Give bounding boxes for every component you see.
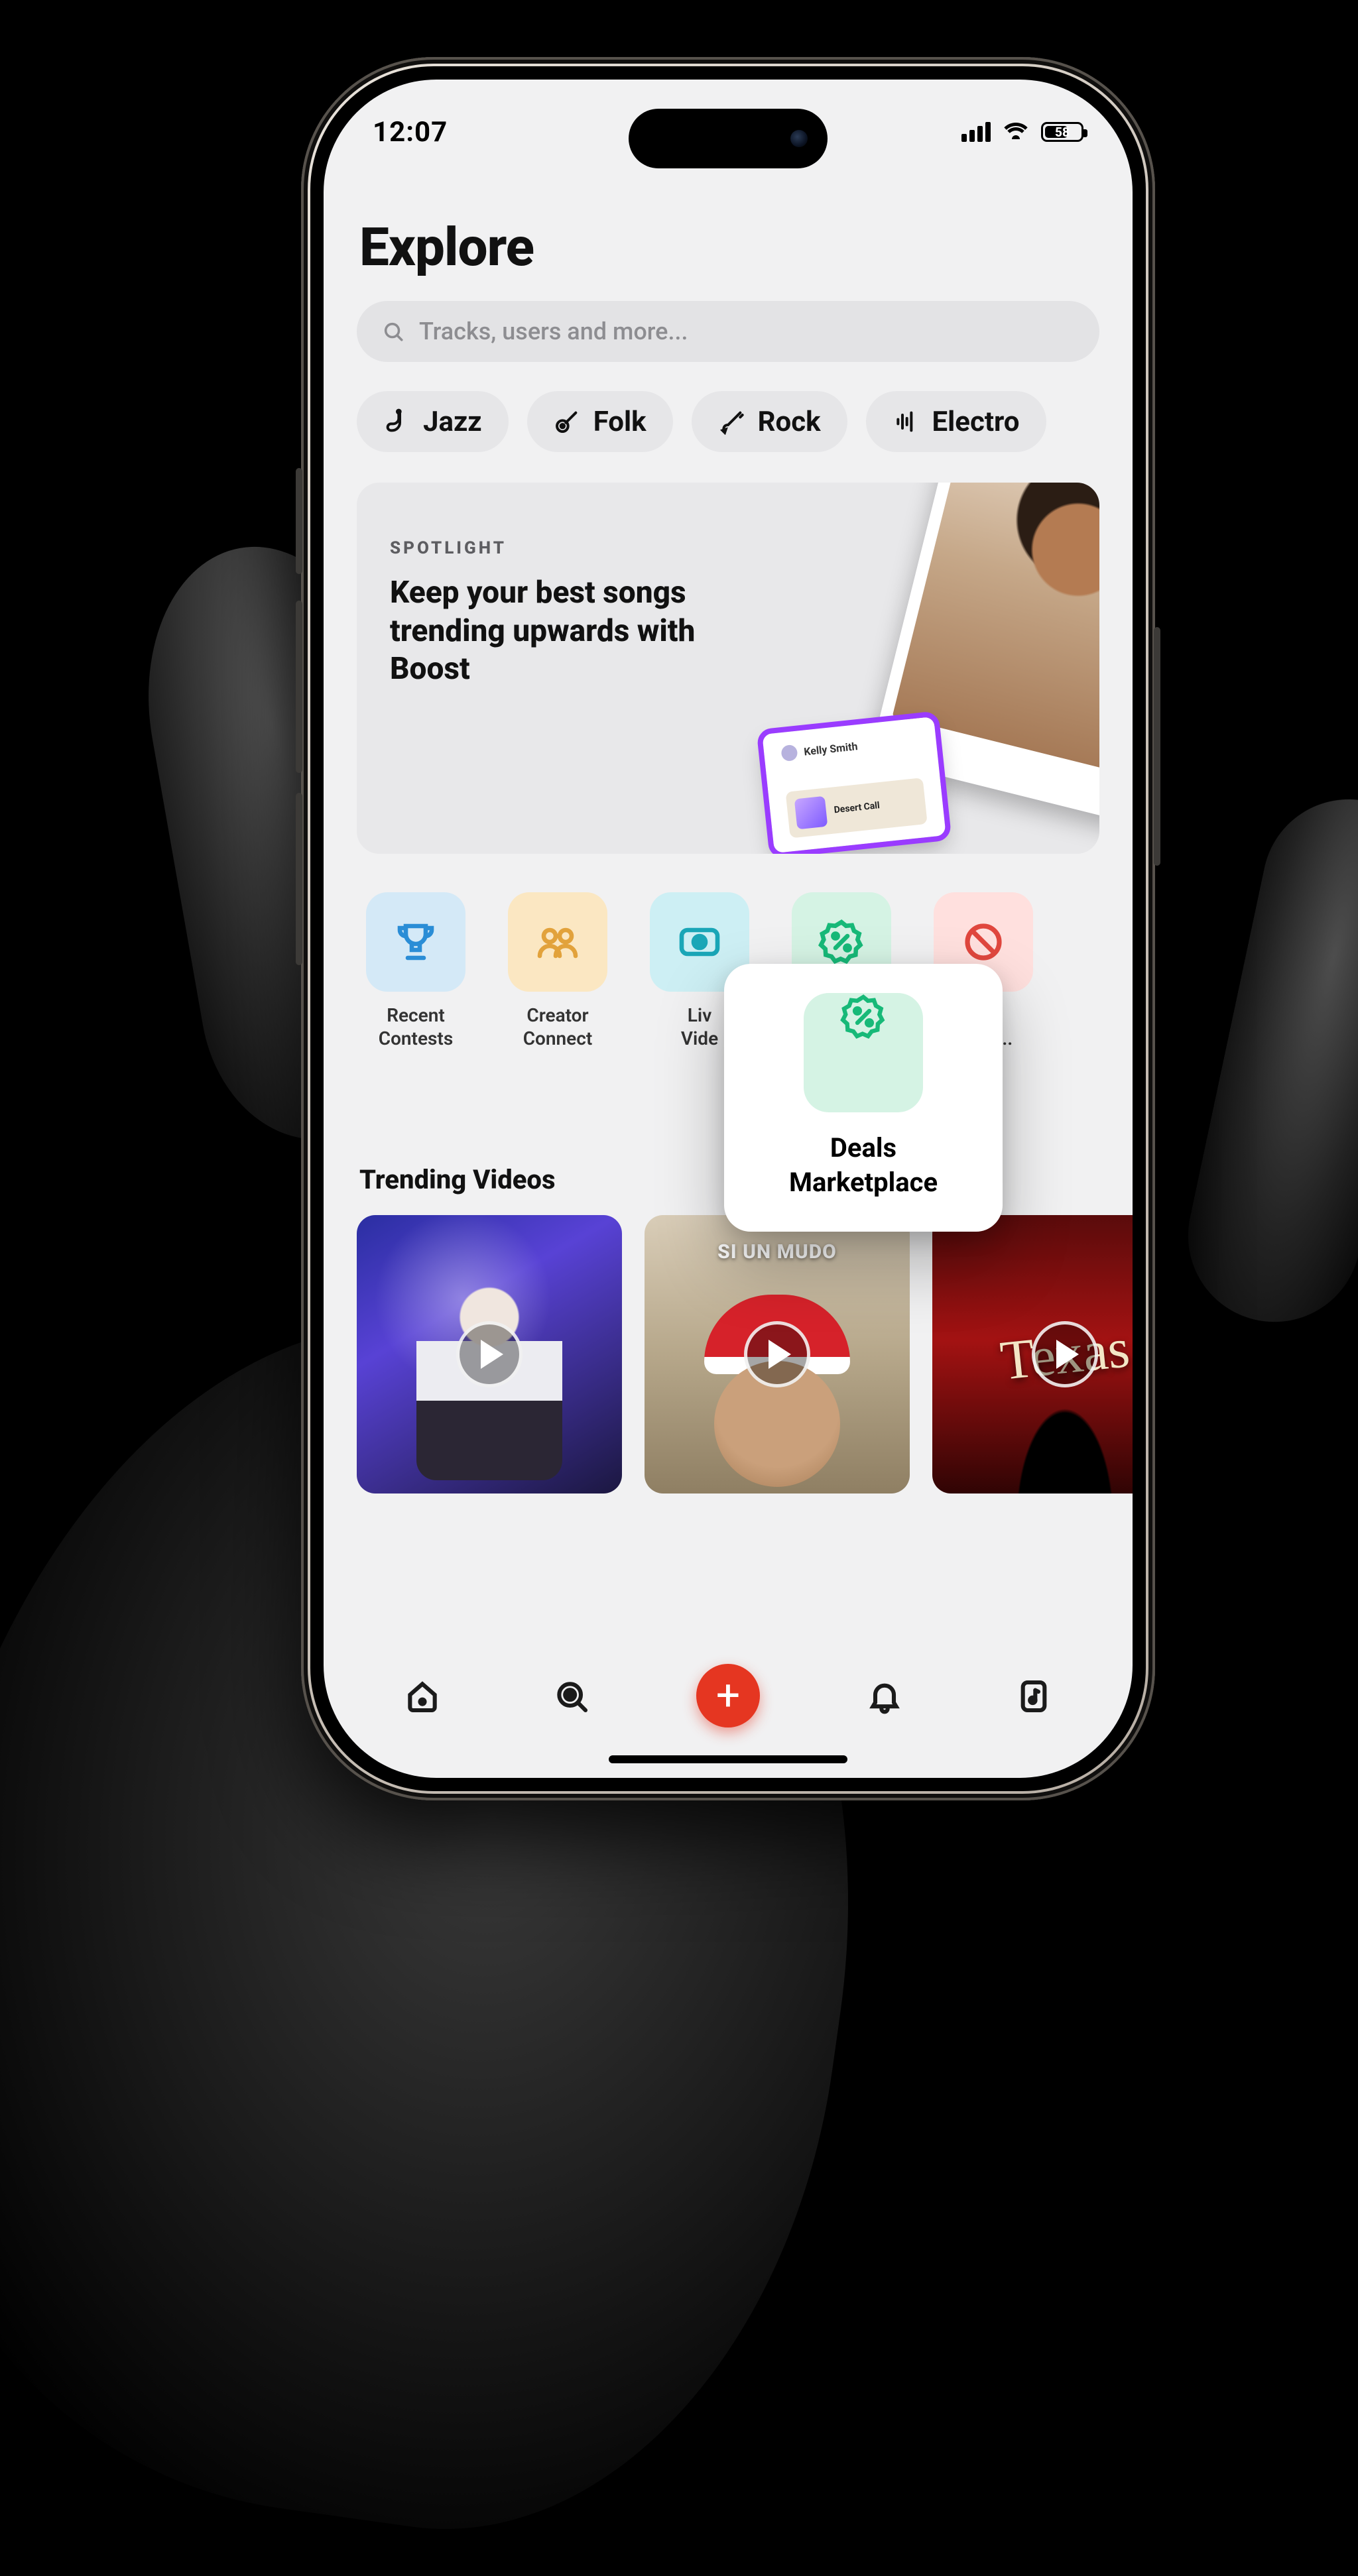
spotlight-title: Keep your best songs trending upwards wi… — [390, 574, 735, 689]
bell-icon — [866, 1678, 903, 1715]
genre-chip-rock[interactable]: Rock — [692, 391, 847, 452]
chip-label: Electro — [932, 406, 1020, 438]
no-entry-icon — [959, 918, 1007, 966]
status-time: 12:07 — [373, 116, 448, 148]
eq-icon — [893, 408, 919, 435]
home-indicator[interactable] — [609, 1755, 847, 1763]
people-icon — [534, 918, 582, 966]
battery-percent: 58 — [1043, 124, 1081, 140]
dynamic-island[interactable] — [629, 109, 828, 168]
wifi-icon — [1003, 122, 1029, 142]
phone-frame: 12:07 58 Explore Tracks, users and more.… — [301, 57, 1155, 1800]
video-overlay-text: SI UN MUDO — [645, 1240, 910, 1263]
genre-chip-jazz[interactable]: Jazz — [357, 391, 509, 452]
video-card[interactable]: SI UN MUDO — [645, 1215, 910, 1493]
status-icons: 58 — [961, 122, 1083, 142]
nav-library[interactable] — [1009, 1672, 1058, 1721]
nav-notifications[interactable] — [860, 1672, 909, 1721]
tile-label: Recent Contests — [359, 1004, 472, 1050]
search-input[interactable]: Tracks, users and more... — [357, 301, 1099, 362]
badge-percent-icon — [839, 993, 887, 1041]
genre-chip-folk[interactable]: Folk — [527, 391, 673, 452]
chip-label: Folk — [593, 406, 647, 438]
search-icon — [382, 320, 404, 343]
spotlight-feed-mock: Kelly Smith Desert Call — [762, 717, 946, 853]
trophy-icon — [392, 918, 440, 966]
camera-eye-icon — [676, 918, 723, 966]
guitar-icon — [554, 408, 580, 435]
volume-down-button[interactable] — [296, 793, 302, 965]
spotlight-art: Kelly Smith Desert Call — [741, 483, 1099, 854]
sax-icon — [383, 408, 410, 435]
spotlight-card[interactable]: SPOTLIGHT Keep your best songs trending … — [357, 483, 1099, 854]
feed-user: Kelly Smith — [803, 740, 858, 758]
nav-create-button[interactable] — [696, 1664, 760, 1727]
chip-label: Rock — [758, 406, 821, 438]
trending-row[interactable]: SI UN MUDO Texas — [324, 1215, 1133, 1493]
play-icon — [456, 1321, 523, 1387]
mute-switch[interactable] — [296, 468, 302, 574]
chip-label: Jazz — [423, 406, 482, 438]
genre-chip-electro[interactable]: Electro — [866, 391, 1046, 452]
page-title: Explore — [324, 179, 1133, 301]
play-icon — [744, 1321, 810, 1387]
tile-label: Creator Connect — [501, 1004, 614, 1050]
tile-creator-connect[interactable]: Creator Connect — [501, 892, 614, 1050]
play-icon — [1032, 1321, 1098, 1387]
deals-marketplace-popover[interactable]: Deals Marketplace — [724, 964, 1003, 1232]
video-card[interactable]: Texas — [932, 1215, 1133, 1493]
eguitar-icon — [718, 408, 745, 435]
nav-search[interactable] — [547, 1672, 596, 1721]
screen: 12:07 58 Explore Tracks, users and more.… — [324, 80, 1133, 1778]
video-card[interactable] — [357, 1215, 622, 1493]
deals-popover-title: Deals Marketplace — [748, 1131, 979, 1200]
power-button[interactable] — [1154, 627, 1160, 866]
nav-home[interactable] — [398, 1672, 447, 1721]
explore-page: Explore Tracks, users and more... Jazz F… — [324, 80, 1133, 1778]
battery-icon: 58 — [1041, 122, 1083, 142]
home-icon — [404, 1678, 441, 1715]
feed-track: Desert Call — [833, 800, 880, 815]
search-placeholder: Tracks, users and more... — [419, 318, 688, 345]
volume-up-button[interactable] — [296, 601, 302, 773]
cellular-icon — [961, 122, 991, 142]
music-file-icon — [1015, 1678, 1052, 1715]
search-bold-icon — [553, 1678, 590, 1715]
genre-chip-row[interactable]: Jazz Folk Rock Electro — [324, 362, 1133, 452]
spotlight-eyebrow: SPOTLIGHT — [390, 538, 765, 558]
tile-recent-contests[interactable]: Recent Contests — [359, 892, 472, 1050]
badge-percent-icon — [818, 918, 865, 966]
